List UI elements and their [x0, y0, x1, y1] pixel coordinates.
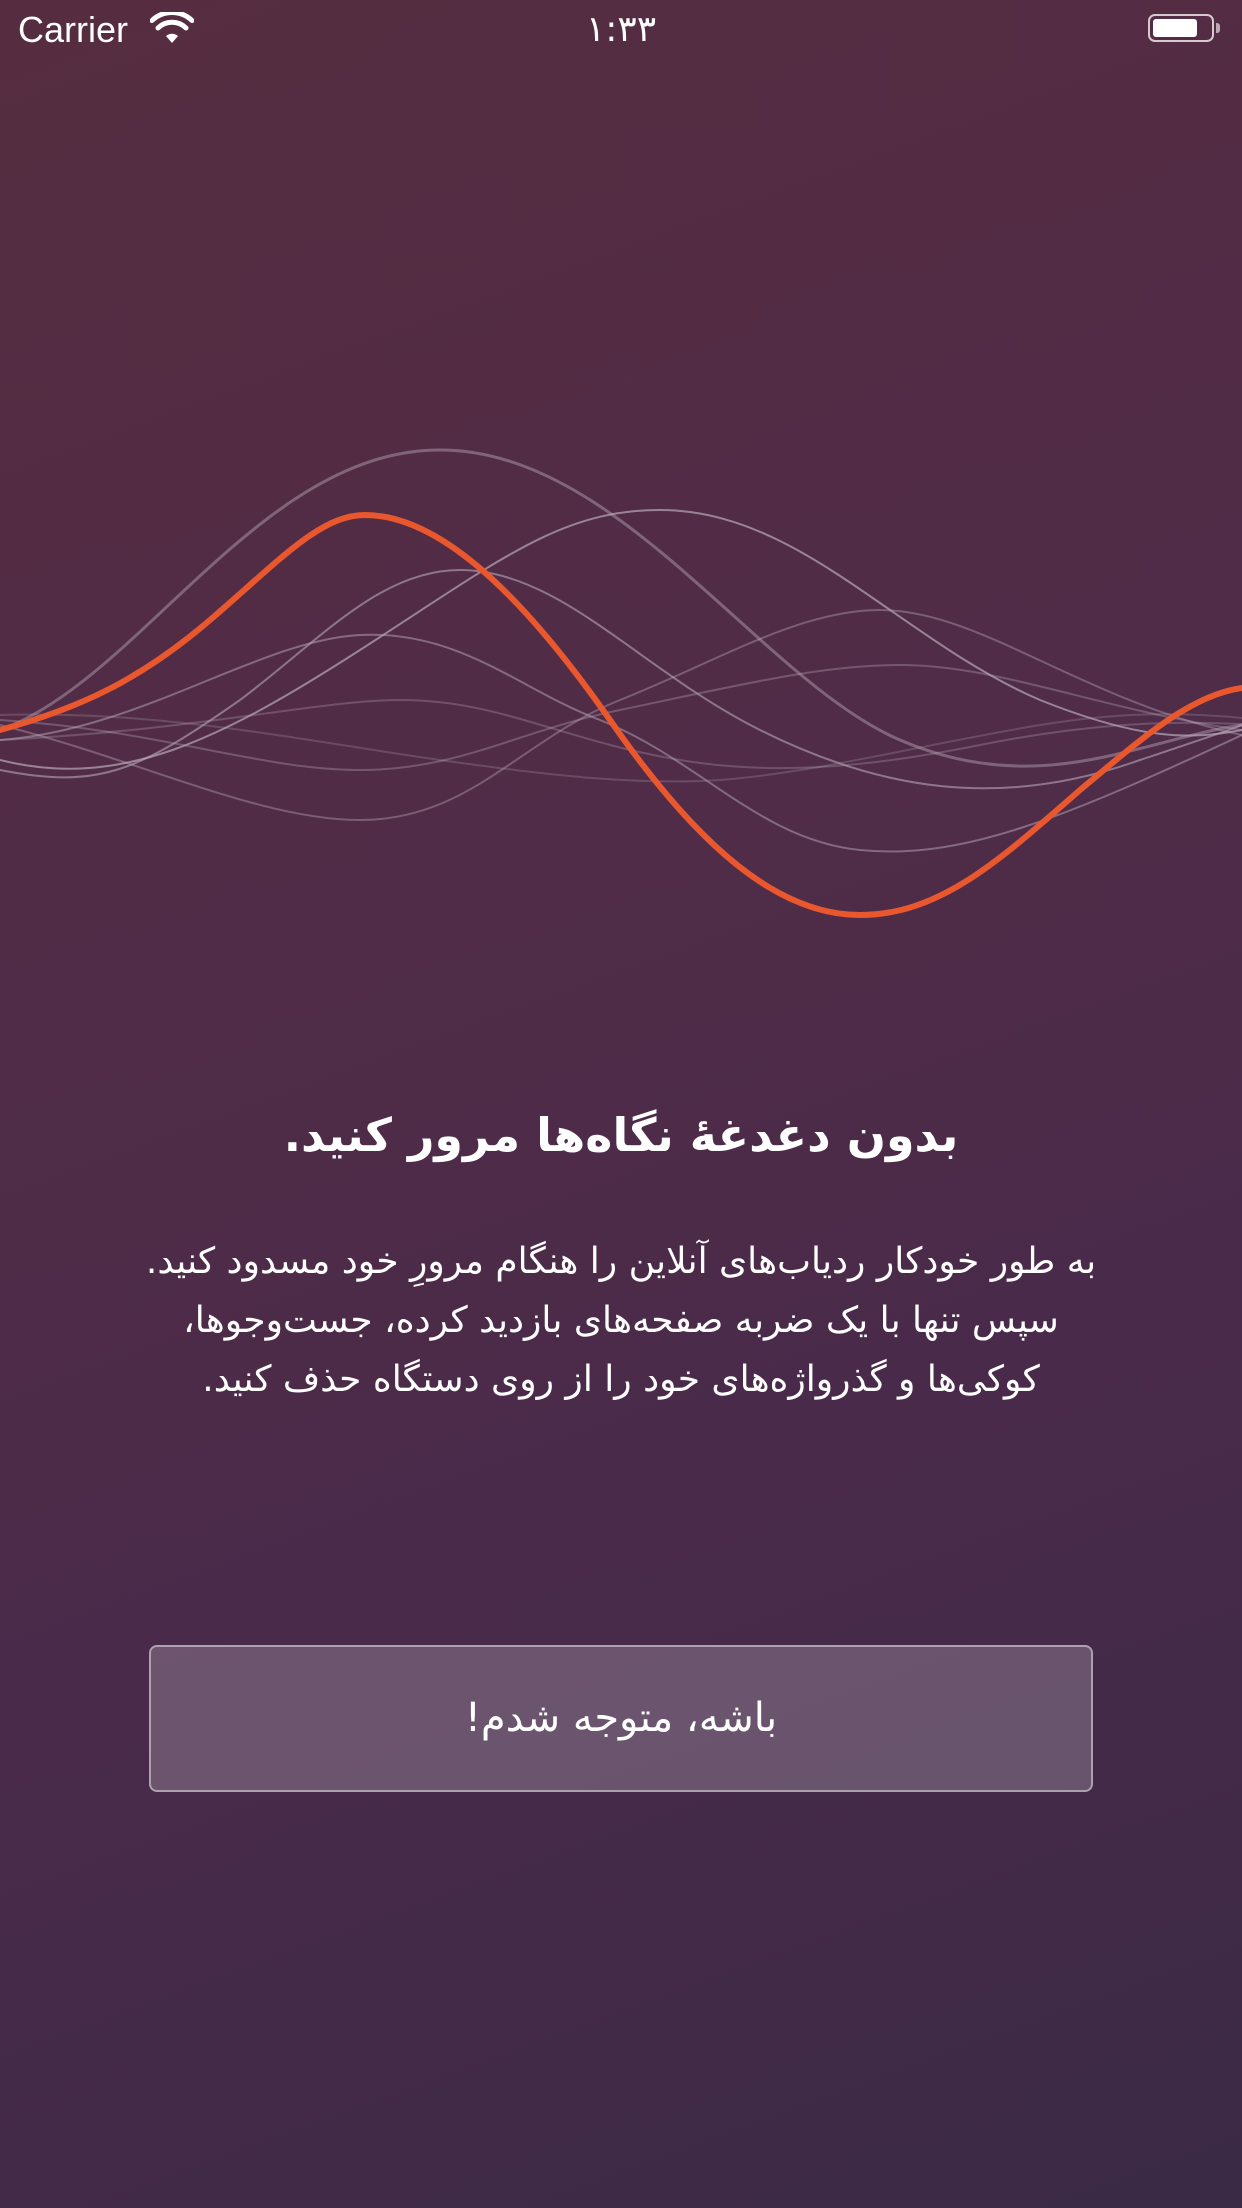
status-bar: Carrier ۱:۳۳ — [0, 0, 1242, 60]
wave-line — [0, 568, 1242, 790]
got-it-button[interactable]: باشه، متوجه شدم! — [149, 1645, 1093, 1792]
battery-icon — [1148, 14, 1224, 46]
sound-wave-illustration — [0, 448, 1242, 919]
wave-line — [0, 448, 1242, 768]
wave-line — [0, 663, 1242, 772]
status-time: ۱:۳۳ — [585, 9, 657, 50]
onboarding-title: بدون دغدغهٔ نگاه‌ها مرور کنید. — [283, 1108, 959, 1162]
accent-wave — [0, 511, 1242, 919]
onboarding-description: به طور خودکار ردیاب‌های آنلاین را هنگام … — [145, 1241, 1097, 1400]
